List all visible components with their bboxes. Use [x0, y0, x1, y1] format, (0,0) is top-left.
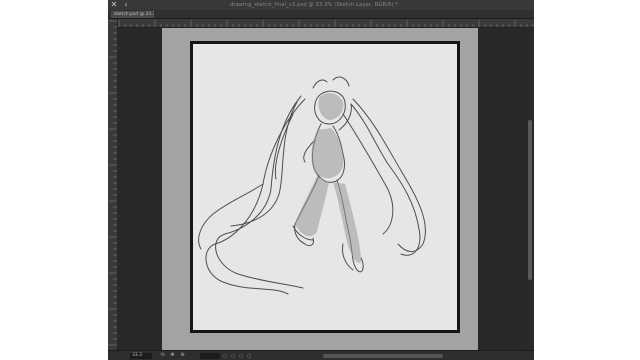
vertical-scroll-thumb[interactable] — [528, 120, 532, 280]
leg-right-shading — [333, 182, 361, 263]
hair-strand-left-1 — [205, 98, 306, 295]
horizontal-ruler[interactable] — [117, 19, 534, 28]
canvas-area[interactable] — [117, 28, 526, 350]
rotate-icon[interactable]: ⟲ — [160, 353, 165, 358]
status-bar: 33.3 ⟲ ✥ ⊕ ○ ○ ○ ○ — [108, 350, 534, 360]
pan-icon[interactable]: ✥ — [170, 353, 175, 358]
head-shading — [318, 93, 344, 120]
horizontal-scroll-thumb[interactable] — [323, 354, 443, 358]
window-title: drawing_sketch_final_v3.psd @ 33.3% (Ske… — [230, 2, 398, 8]
ruler-ticks-h — [118, 20, 534, 27]
torso-shading — [311, 128, 344, 179]
close-icon[interactable]: ✕ — [110, 0, 118, 10]
hair-strand-left-5 — [198, 183, 264, 250]
drawing-paper[interactable] — [190, 41, 460, 333]
zoom-icon[interactable]: ⊕ — [180, 353, 185, 358]
status-dots: ○ ○ ○ ○ — [223, 353, 253, 359]
doc-info-field[interactable] — [200, 353, 220, 359]
hair-strand-right-1 — [350, 103, 421, 256]
title-bar: ✕ ‹ drawing_sketch_final_v3.psd @ 33.3% … — [108, 0, 534, 10]
tab-document[interactable]: sketch.psd @ 33.3% — [111, 11, 154, 18]
bow-right — [332, 76, 350, 87]
leg-left-shading — [295, 176, 329, 237]
back-icon[interactable]: ‹ — [122, 0, 130, 10]
vertical-scrollbar[interactable] — [526, 28, 534, 350]
zoom-level-field[interactable]: 33.3 — [130, 353, 152, 359]
ruler-ticks-v — [109, 20, 117, 346]
bow-left — [312, 79, 328, 89]
hair-strand-left-2 — [215, 95, 304, 289]
document-tab-bar: sketch.psd @ 33.3% — [108, 10, 534, 19]
app-window: ✕ ‹ drawing_sketch_final_v3.psd @ 33.3% … — [108, 0, 534, 360]
character-sketch — [198, 76, 426, 295]
